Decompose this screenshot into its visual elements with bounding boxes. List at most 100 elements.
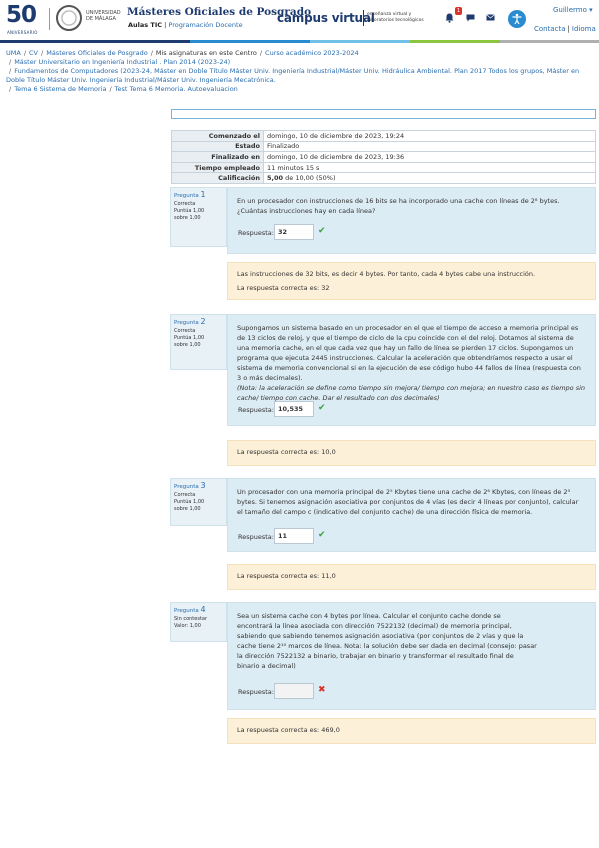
breadcrumb-master[interactable]: Máster Universitario en Ingeniería Indus… [14, 58, 230, 66]
user-links: Contacta | Idioma [534, 25, 596, 33]
campus-virtual-logo[interactable]: campus virtual [277, 11, 375, 25]
question-max: sobre 1,00 [174, 506, 201, 512]
question-state: Correcta [174, 201, 196, 207]
summary-row: Comenzado el domingo, 10 de diciembre de … [171, 130, 596, 142]
breadcrumb-course[interactable]: Fundamentos de Computadores (2023-24, Má… [6, 67, 579, 84]
cross-icon: ✖ [318, 685, 326, 695]
colorbar-segment [190, 40, 310, 43]
bell-icon[interactable] [445, 13, 454, 23]
anniversary-logo[interactable]: 50 ANIVERSARIO [6, 2, 44, 35]
summary-row: Calificación 5,00 de 10,00 (50%) [171, 172, 596, 184]
question-content: En un procesador con instrucciones de 16… [227, 187, 596, 254]
question-points: Puntúa 1,00 [174, 499, 205, 505]
chat-icon[interactable] [466, 14, 475, 22]
answer-input[interactable] [274, 683, 314, 699]
summary-label: Estado [171, 140, 264, 153]
answer-input[interactable]: 10,535 [274, 401, 314, 417]
summary-row: Tiempo empleado 11 minutos 15 s [171, 161, 596, 174]
breadcrumb-cv[interactable]: CV [29, 49, 38, 57]
answer-input[interactable]: 32 [274, 224, 314, 240]
question-number: Pregunta 4 [174, 605, 206, 615]
grade-total: de 10,00 (50%) [285, 174, 336, 183]
answer-label: Respuesta: [238, 406, 274, 414]
answer-label: Respuesta: [238, 688, 274, 696]
feedback-line: La respuesta correcta es: 32 [237, 284, 330, 292]
question-info: Pregunta 1 Correcta Puntúa 1,00 sobre 1,… [170, 187, 227, 247]
attempt-summary-table: Comenzado el domingo, 10 de diciembre de … [171, 130, 596, 184]
summary-row: Estado Finalizado [171, 140, 596, 153]
breadcrumb: UMA / CV / Másteres Oficiales de Posgrado / Mi… [6, 49, 594, 94]
colorbar-segment [500, 40, 599, 43]
colorbar-segment [310, 40, 410, 43]
breadcrumb-line: UMA / CV / Másteres Oficiales de Posgrado / Mi… [6, 49, 359, 57]
breadcrumb-mis-asignaturas[interactable]: Mis asignaturas en este Centro [156, 49, 257, 57]
question-note: (Nota: la aceleración se define como tie… [237, 384, 586, 402]
question-points: Puntúa 1,00 [174, 335, 205, 341]
question-number: Pregunta 2 [174, 317, 206, 327]
breadcrumb-uma[interactable]: UMA [6, 49, 21, 57]
summary-label: Finalizado en [171, 151, 264, 163]
site-subtitle: Aulas TIC | Programación Docente [128, 21, 243, 29]
question-points: Puntúa 1,00 [174, 208, 205, 214]
feedback-line: Las instrucciones de 32 bits, es decir 4… [237, 270, 536, 278]
summary-label: Comenzado el [171, 130, 264, 142]
question-max: sobre 1,00 [174, 215, 201, 221]
breadcrumb-test[interactable]: Test Tema 6 Memoria. Autoevaluacion [115, 85, 238, 93]
breadcrumb-line: / Fundamentos de Computadores (2023-24, M… [6, 67, 580, 84]
grade-value: 5,00 [267, 174, 284, 183]
breadcrumb-topic[interactable]: Tema 6 Sistema de Memoria [14, 85, 106, 93]
question-feedback: La respuesta correcta es: 10,0 [227, 440, 596, 466]
check-icon: ✔ [318, 403, 326, 413]
summary-row: Finalizado en domingo, 10 de diciembre de… [171, 151, 596, 163]
answer-label: Respuesta: [238, 229, 274, 237]
colorbar-segment [0, 40, 190, 43]
university-seal-icon[interactable] [56, 5, 82, 31]
breadcrumb-line: / Máster Universitario en Ingeniería Indu… [9, 58, 231, 66]
programacion-docente-link[interactable]: Programación Docente [168, 21, 242, 29]
summary-value: domingo, 10 de diciembre de 2023, 19:36 [263, 151, 596, 163]
site-header: 50 ANIVERSARIO UNIVERSIDAD DE MÁLAGA Más… [0, 0, 599, 40]
quiz-navigation-box[interactable] [171, 109, 596, 119]
campus-subtitle: enseñanza virtual y laboratorios tecnoló… [367, 12, 424, 23]
question-text: En un procesador con instrucciones de 16… [237, 197, 560, 215]
breadcrumb-curso[interactable]: Curso académico 2023-2024 [265, 49, 359, 57]
question-state: Correcta [174, 328, 196, 334]
feedback-line: La respuesta correcta es: 11,0 [237, 572, 336, 580]
aulas-tic-label: Aulas TIC [128, 21, 163, 29]
summary-label: Tiempo empleado [171, 161, 264, 174]
question-state: Correcta [174, 492, 196, 498]
question-number: Pregunta 1 [174, 190, 206, 200]
feedback-line: La respuesta correcta es: 10,0 [237, 448, 336, 456]
summary-value: 11 minutos 15 s [263, 161, 596, 174]
campus-divider [363, 10, 364, 26]
question-content: Un procesador con una memoria principal … [227, 478, 596, 552]
question-text: Sea un sistema cache con 4 bytes por lín… [237, 612, 537, 670]
notification-badge: 1 [455, 7, 462, 15]
question-text: Un procesador con una memoria principal … [237, 488, 579, 516]
summary-value: 5,00 de 10,00 (50%) [263, 172, 596, 184]
summary-value: domingo, 10 de diciembre de 2023, 19:24 [263, 130, 596, 142]
breadcrumb-masteres[interactable]: Másteres Oficiales de Posgrado [46, 49, 147, 57]
question-feedback: La respuesta correcta es: 469,0 [227, 718, 596, 744]
accessibility-icon[interactable] [508, 10, 526, 28]
question-max: sobre 1,00 [174, 342, 201, 348]
question-info: Pregunta 3 Correcta Puntúa 1,00 sobre 1,… [170, 478, 227, 526]
header-color-bar [0, 40, 599, 43]
language-link[interactable]: Idioma [572, 25, 596, 33]
university-name: UNIVERSIDAD DE MÁLAGA [86, 10, 121, 22]
summary-value: Finalizado [263, 140, 596, 153]
anniversary-label: ANIVERSARIO [7, 30, 38, 35]
colorbar-segment [410, 40, 500, 43]
breadcrumb-line: / Tema 6 Sistema de Memoria / Test Tema 6 M… [9, 85, 238, 93]
contact-link[interactable]: Contacta [534, 25, 566, 33]
answer-input[interactable]: 11 [274, 528, 314, 544]
question-feedback: Las instrucciones de 32 bits, es decir 4… [227, 262, 596, 300]
question-text: Supongamos un sistema basado en un proce… [237, 324, 581, 382]
question-feedback: La respuesta correcta es: 11,0 [227, 564, 596, 590]
question-number: Pregunta 3 [174, 481, 206, 491]
feedback-line: La respuesta correcta es: 469,0 [237, 726, 340, 734]
user-menu[interactable]: Guillermo ▾ [553, 6, 593, 14]
answer-label: Respuesta: [238, 533, 274, 541]
mail-icon[interactable] [486, 14, 495, 21]
question-state: Sin contestar [174, 616, 208, 622]
